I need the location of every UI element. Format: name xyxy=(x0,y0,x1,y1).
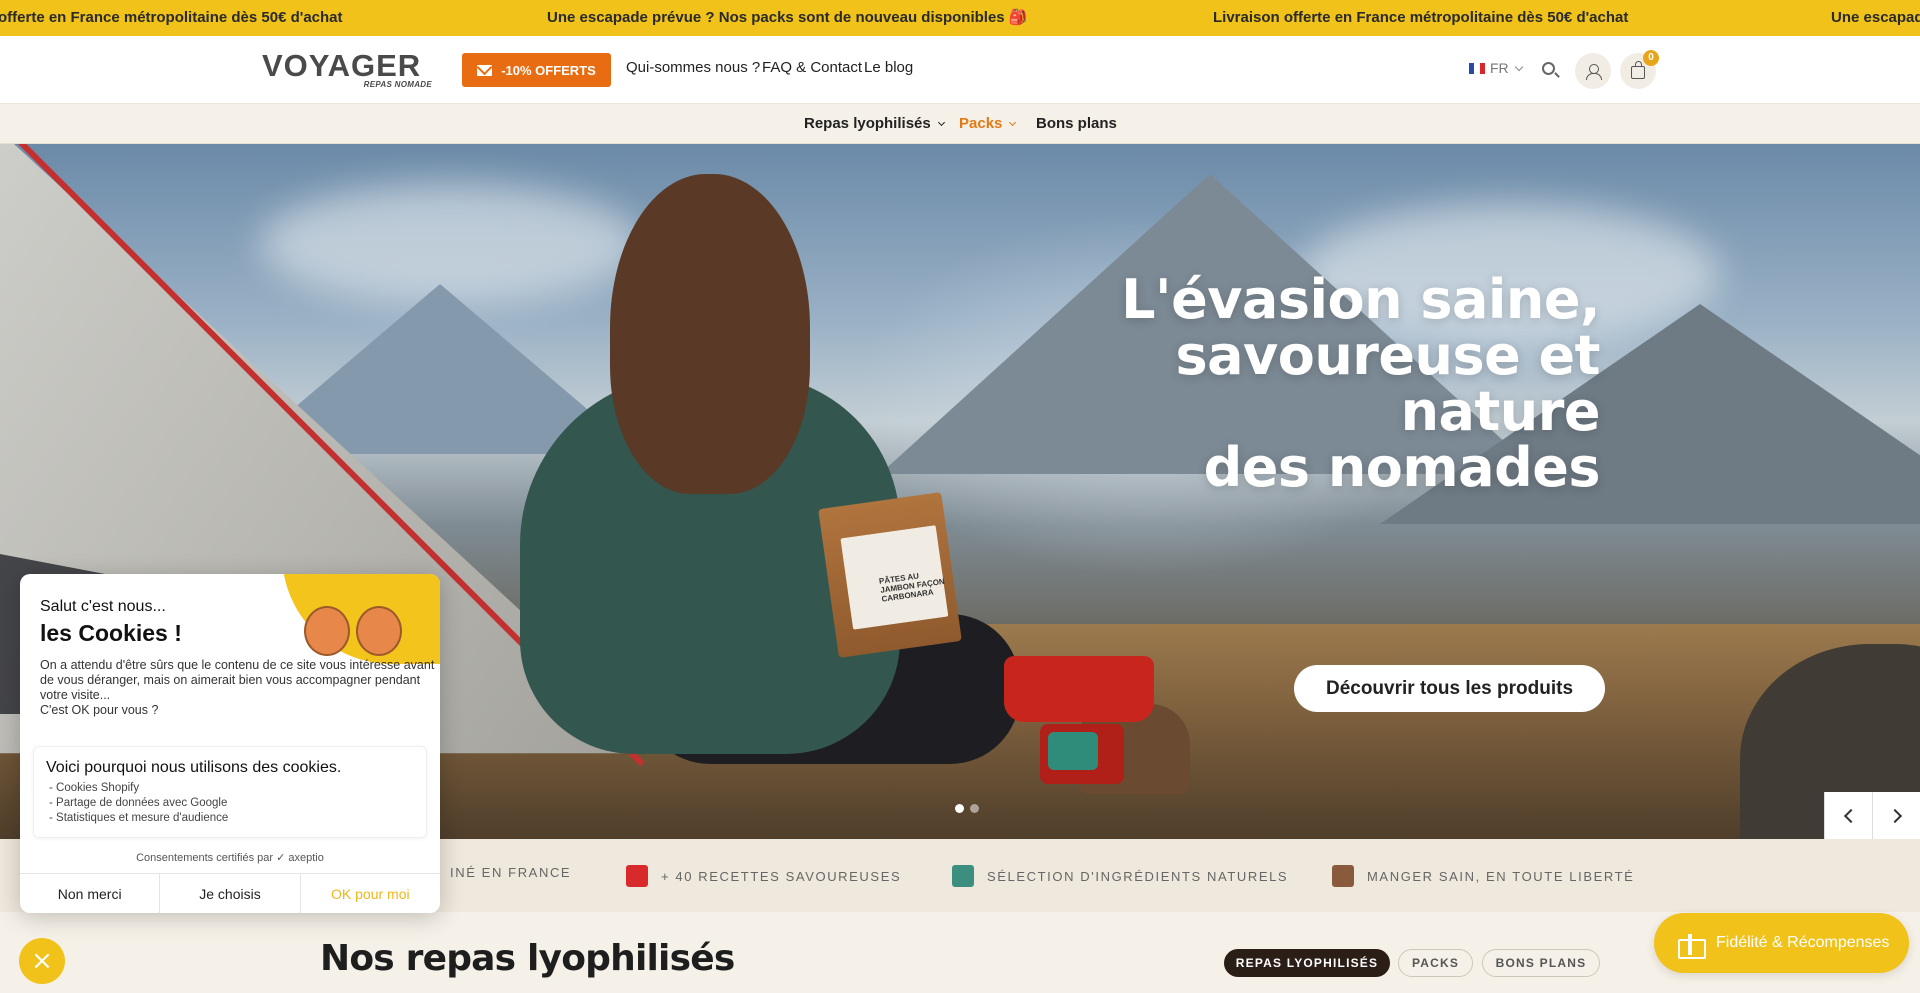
feature-item: INÉ EN FRANCE xyxy=(450,865,571,880)
feature-item: SÉLECTION D'INGRÉDIENTS NATURELS xyxy=(952,865,1288,887)
mountain-icon xyxy=(1332,865,1354,887)
gift-icon xyxy=(1678,931,1706,959)
account-button[interactable] xyxy=(1575,53,1611,89)
category-nav: Repas lyophilisés Packs Bons plans xyxy=(0,104,1920,144)
slider-dot[interactable] xyxy=(955,804,964,813)
feature-label: MANGER SAIN, EN TOUTE LIBERTÉ xyxy=(1367,868,1635,884)
site-header: VOYAGER REPAS NOMADE -10% OFFERTS Qui-so… xyxy=(0,36,1920,104)
slider-pagination xyxy=(955,804,979,813)
category-nav-packs[interactable]: Packs xyxy=(959,115,1017,132)
category-nav-label: Bons plans xyxy=(1036,115,1117,132)
loyalty-label: Fidélité & Récompenses xyxy=(1716,934,1890,951)
category-nav-label: Packs xyxy=(959,115,1003,132)
cart-icon xyxy=(1631,61,1645,79)
cookie-consent-panel: Salut c'est nous... les Cookies ! On a a… xyxy=(20,574,440,913)
feature-label: INÉ EN FRANCE xyxy=(450,865,572,880)
chevron-down-icon xyxy=(1514,62,1523,71)
language-code: FR xyxy=(1490,60,1509,76)
filter-tab-deals[interactable]: BONS PLANS xyxy=(1482,949,1600,977)
search-icon[interactable] xyxy=(1542,62,1555,75)
language-selector[interactable]: FR xyxy=(1469,60,1523,76)
feature-item: + 40 RECETTES SAVOUREUSES xyxy=(626,865,901,887)
cookie-reason: - Cookies Shopify xyxy=(49,782,140,794)
cookie-certification: Consentements certifiés par ✓ axeptio xyxy=(136,852,324,864)
cookie-reason: - Partage de données avec Google xyxy=(49,797,228,809)
cookie-question: C'est OK pour vous ? xyxy=(40,703,159,717)
promo-label: -10% OFFERTS xyxy=(501,62,596,78)
hero-title-line: L'évasion saine, xyxy=(1121,268,1600,331)
cookie-refuse-button[interactable]: Non merci xyxy=(20,874,161,913)
announcement-message: Une escapade xyxy=(1831,9,1920,26)
recipe-icon xyxy=(626,865,648,887)
cookie-description: On a attendu d'être sûrs que le contenu … xyxy=(40,658,435,718)
logo-tagline: REPAS NOMADE xyxy=(363,80,432,89)
filter-tab-packs[interactable]: PACKS xyxy=(1398,949,1473,977)
hero-title: L'évasion saine, savoureuse et nature de… xyxy=(1100,272,1600,496)
cookie-reasons-title: Voici pourquoi nous utilisons des cookie… xyxy=(46,759,342,776)
cookie-greeting: Salut c'est nous... xyxy=(40,598,166,615)
cookie-mascot xyxy=(304,606,350,656)
category-nav-freeze-dried-meals[interactable]: Repas lyophilisés xyxy=(804,115,945,132)
hero-title-line: nature xyxy=(1400,380,1601,443)
mail-icon xyxy=(477,64,493,76)
hero-person-hair xyxy=(610,174,810,494)
cookie-body-text: On a attendu d'être sûrs que le contenu … xyxy=(40,658,435,702)
logo[interactable]: VOYAGER REPAS NOMADE xyxy=(262,50,434,90)
slider-dot[interactable] xyxy=(970,804,979,813)
arrow-right-icon xyxy=(1887,808,1902,823)
announcement-message: Livraison offerte en France métropolitai… xyxy=(1213,9,1629,26)
nav-link-faq-contact[interactable]: FAQ & Contact xyxy=(762,59,862,76)
discover-products-button[interactable]: Découvrir tous les produits xyxy=(1294,665,1605,712)
nav-link-blog[interactable]: Le blog xyxy=(864,59,913,76)
cookie-reasons-box: Voici pourquoi nous utilisons des cookie… xyxy=(33,746,427,838)
hero-stove-cup xyxy=(1048,732,1098,770)
cookie-actions: Non merci Je choisis OK pour moi xyxy=(20,873,440,913)
cookie-title: les Cookies ! xyxy=(40,620,182,646)
flag-fr-icon xyxy=(1469,62,1485,74)
chevron-down-icon xyxy=(1009,118,1017,126)
cookie-mascot xyxy=(356,606,402,656)
slider-prev-button[interactable] xyxy=(1824,792,1872,839)
ingredients-icon xyxy=(952,865,974,887)
cookie-reasons-list: - Cookies Shopify - Partage de données a… xyxy=(49,781,228,826)
cookie-customize-button[interactable]: Je choisis xyxy=(160,874,301,913)
cart-count-badge: 0 xyxy=(1643,50,1659,66)
newsletter-promo-button[interactable]: -10% OFFERTS xyxy=(462,53,611,87)
user-icon xyxy=(1586,63,1602,80)
category-nav-label: Repas lyophilisés xyxy=(804,115,931,132)
cookie-reason: - Statistiques et mesure d'audience xyxy=(49,812,229,824)
nav-link-about[interactable]: Qui-sommes nous ? xyxy=(626,59,760,76)
chevron-down-icon xyxy=(937,118,945,126)
category-nav-deals[interactable]: Bons plans xyxy=(1036,115,1117,132)
filter-tab-freeze-dried[interactable]: REPAS LYOPHILISÉS xyxy=(1224,949,1390,977)
announcement-message: Une escapade prévue ? Nos packs sont de … xyxy=(547,9,1028,26)
arrow-left-icon xyxy=(1843,808,1858,823)
feature-label: + 40 RECETTES SAVOUREUSES xyxy=(661,868,902,884)
hero-title-line: des nomades xyxy=(1203,436,1601,499)
close-icon[interactable]: × xyxy=(19,938,65,984)
slider-next-button[interactable] xyxy=(1872,792,1920,839)
hero-stove-pot xyxy=(1004,656,1154,722)
cookie-accept-button[interactable]: OK pour moi xyxy=(301,874,440,913)
announcement-message: offerte en France métropolitaine dès 50€… xyxy=(0,9,343,26)
section-title: Nos repas lyophilisés xyxy=(320,938,735,979)
feature-item: MANGER SAIN, EN TOUTE LIBERTÉ xyxy=(1332,865,1634,887)
feature-label: SÉLECTION D'INGRÉDIENTS NATURELS xyxy=(987,868,1289,884)
announcement-bar: offerte en France métropolitaine dès 50€… xyxy=(0,0,1920,36)
hero-title-line: savoureuse et xyxy=(1175,324,1600,387)
logo-wordmark: VOYAGER xyxy=(262,48,422,83)
loyalty-rewards-button[interactable]: Fidélité & Récompenses xyxy=(1654,913,1909,973)
